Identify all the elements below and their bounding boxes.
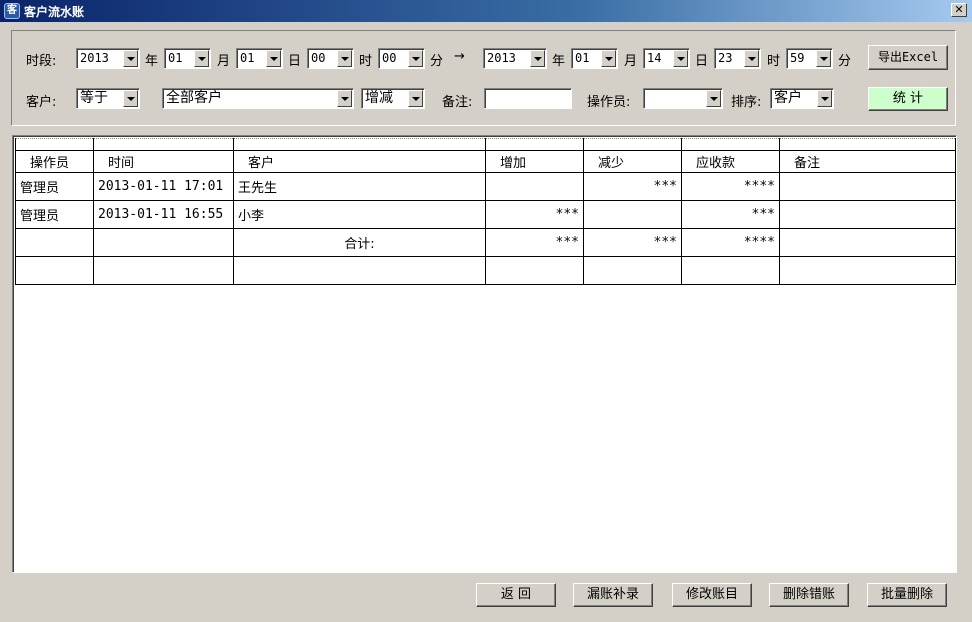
chevron-down-icon[interactable] [123, 50, 138, 67]
end-hour-unit: 时 [767, 54, 781, 69]
cell-increase [485, 172, 584, 201]
customer-match-select[interactable]: 等于 [76, 88, 140, 109]
sort-select[interactable]: 客户 [770, 88, 834, 109]
cell-increase: *** [485, 200, 584, 229]
end-year-select[interactable]: 2013 [483, 48, 547, 69]
operator-select[interactable] [643, 88, 723, 109]
arrow-right-icon: → [454, 49, 465, 64]
start-minute-select[interactable]: 00 [378, 48, 425, 69]
total-label: 合计: [233, 228, 486, 257]
cell-operator: 管理员 [15, 200, 94, 229]
start-hour-unit: 时 [359, 54, 373, 69]
start-month-select[interactable]: 01 [164, 48, 211, 69]
cell-customer: 小李 [233, 200, 486, 229]
header-spacer-row [15, 138, 956, 151]
cell-remark [779, 172, 956, 201]
end-minute-unit: 分 [838, 54, 852, 69]
ledger-table: 操作员 时间 客户 增加 减少 应收款 备注 管理员 2013-01-11 17… [15, 138, 956, 285]
export-excel-button[interactable]: 导出Excel [868, 45, 948, 70]
cell-decrease: *** [583, 172, 682, 201]
customer-select[interactable]: 全部客户 [162, 88, 354, 109]
chevron-down-icon[interactable] [266, 50, 281, 67]
add-missing-entry-button[interactable]: 漏账补录 [573, 583, 653, 607]
column-header-time[interactable]: 时间 [93, 150, 234, 173]
chevron-down-icon[interactable] [194, 50, 209, 67]
cell-receivable: *** [681, 200, 780, 229]
empty-row [15, 256, 956, 285]
chevron-down-icon[interactable] [337, 90, 352, 107]
start-year-unit: 年 [145, 54, 159, 69]
table-row[interactable]: 管理员 2013-01-11 16:55 小李 *** *** [15, 200, 956, 229]
column-header-remark[interactable]: 备注 [779, 150, 956, 173]
app-icon: 客 [4, 3, 20, 19]
chevron-down-icon[interactable] [817, 90, 832, 107]
sort-label: 排序: [731, 95, 762, 110]
chevron-down-icon[interactable] [337, 50, 352, 67]
chevron-down-icon[interactable] [744, 50, 759, 67]
remark-label: 备注: [442, 95, 473, 110]
stats-button[interactable]: 统 计 [868, 87, 948, 111]
start-day-unit: 日 [288, 54, 302, 69]
window-title: 客户流水账 [24, 4, 85, 19]
data-grid: 操作员 时间 客户 增加 减少 应收款 备注 管理员 2013-01-11 17… [12, 135, 957, 573]
end-day-unit: 日 [695, 54, 709, 69]
customer-label: 客户: [26, 95, 57, 110]
column-header-operator[interactable]: 操作员 [15, 150, 94, 173]
chevron-down-icon[interactable] [408, 50, 423, 67]
chevron-down-icon[interactable] [601, 50, 616, 67]
chevron-down-icon[interactable] [530, 50, 545, 67]
chevron-down-icon[interactable] [408, 90, 423, 107]
change-type-select[interactable]: 增减 [361, 88, 425, 109]
back-button[interactable]: 返 回 [476, 583, 556, 607]
end-day-select[interactable]: 14 [643, 48, 690, 69]
start-year-select[interactable]: 2013 [76, 48, 140, 69]
chevron-down-icon[interactable] [706, 90, 721, 107]
start-hour-select[interactable]: 00 [307, 48, 354, 69]
cell-decrease [583, 200, 682, 229]
table-row[interactable]: 管理员 2013-01-11 17:01 王先生 *** **** [15, 172, 956, 201]
total-decrease: *** [583, 228, 682, 257]
period-label: 时段: [26, 54, 57, 69]
operator-label: 操作员: [587, 95, 631, 110]
cell-customer: 王先生 [233, 172, 486, 201]
total-row: 合计: *** *** **** [15, 228, 956, 257]
start-minute-unit: 分 [430, 54, 444, 69]
chevron-down-icon[interactable] [123, 90, 138, 107]
close-button[interactable]: ✕ [951, 3, 967, 17]
cell-receivable: **** [681, 172, 780, 201]
start-month-unit: 月 [217, 54, 231, 69]
window-titlebar: 客 客户流水账 ✕ [0, 0, 972, 22]
batch-delete-button[interactable]: 批量删除 [867, 583, 947, 607]
total-receivable: **** [681, 228, 780, 257]
cell-time: 2013-01-11 17:01 [93, 172, 234, 201]
cell-remark [779, 200, 956, 229]
column-header-increase[interactable]: 增加 [485, 150, 584, 173]
end-month-select[interactable]: 01 [571, 48, 618, 69]
column-header-decrease[interactable]: 减少 [583, 150, 682, 173]
edit-entry-button[interactable]: 修改账目 [672, 583, 752, 607]
end-minute-select[interactable]: 59 [786, 48, 833, 69]
chevron-down-icon[interactable] [673, 50, 688, 67]
delete-error-entry-button[interactable]: 删除错账 [769, 583, 849, 607]
total-increase: *** [485, 228, 584, 257]
filter-panel: 时段: 2013 年 01 月 01 日 00 时 00 分 → 2013 年 … [11, 30, 956, 126]
start-day-select[interactable]: 01 [236, 48, 283, 69]
remark-input[interactable] [484, 88, 572, 109]
end-year-unit: 年 [552, 54, 566, 69]
header-row: 操作员 时间 客户 增加 减少 应收款 备注 [15, 150, 956, 173]
column-header-receivable[interactable]: 应收款 [681, 150, 780, 173]
chevron-down-icon[interactable] [816, 50, 831, 67]
cell-operator: 管理员 [15, 172, 94, 201]
column-header-customer[interactable]: 客户 [233, 150, 486, 173]
end-hour-select[interactable]: 23 [714, 48, 761, 69]
cell-time: 2013-01-11 16:55 [93, 200, 234, 229]
end-month-unit: 月 [624, 54, 638, 69]
